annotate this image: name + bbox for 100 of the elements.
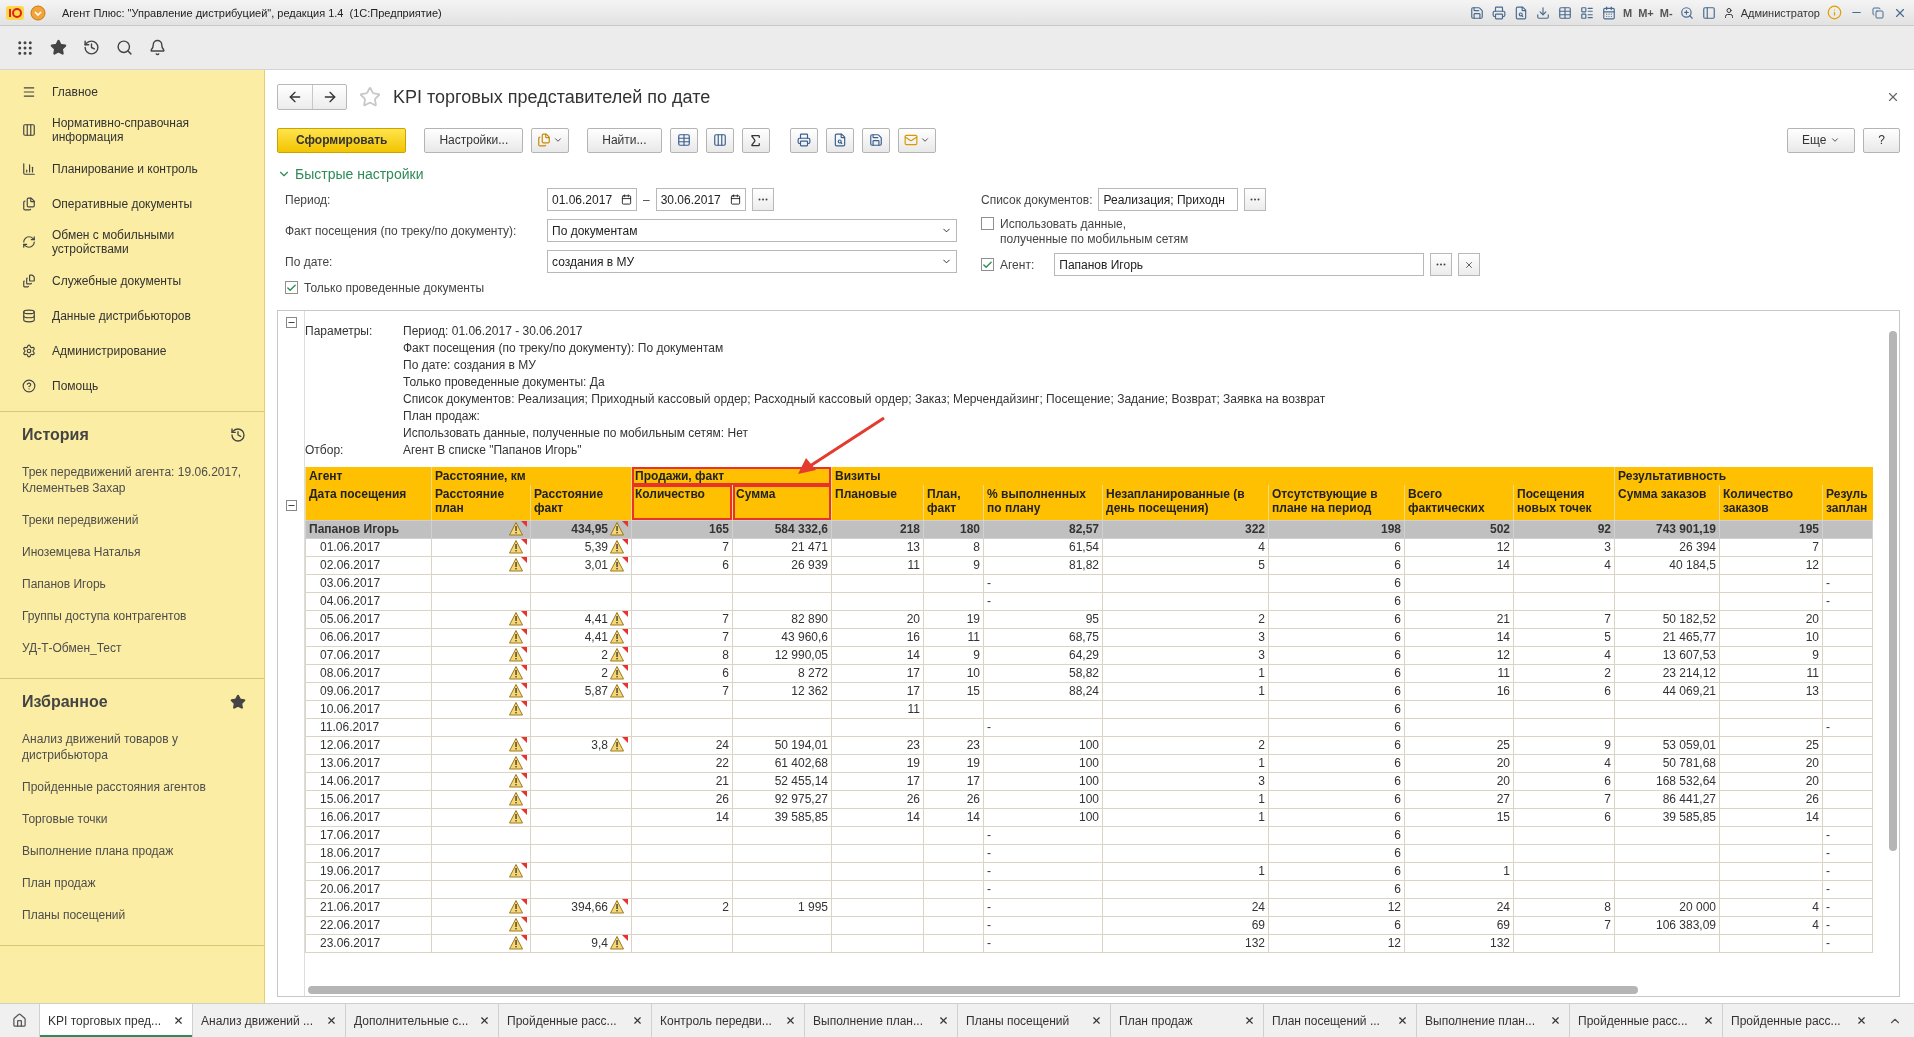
horizontal-scrollbar[interactable] (308, 986, 1638, 994)
sidebar-link[interactable]: Анализ движений товаров у дистрибьютора (22, 723, 246, 771)
close-icon[interactable] (785, 1015, 796, 1026)
close-icon[interactable] (1091, 1015, 1102, 1026)
save-button[interactable] (861, 127, 890, 153)
section-link[interactable]: Главное (52, 84, 98, 99)
section-link[interactable]: Нормативно-справочная информация (52, 116, 248, 144)
select-field[interactable]: создания в МУ (547, 250, 957, 273)
section-link[interactable]: Планирование и контроль (52, 161, 198, 176)
close-icon[interactable] (1703, 1015, 1714, 1026)
close-icon[interactable] (326, 1015, 337, 1026)
window-tab[interactable]: Пройденные расс... (1569, 1004, 1722, 1037)
window-tab[interactable]: Выполнение план... (1416, 1004, 1569, 1037)
window-tab[interactable]: План продаж (1110, 1004, 1263, 1037)
window-tab[interactable]: Пройденные расс... (1722, 1004, 1875, 1037)
close-icon[interactable] (1397, 1015, 1408, 1026)
sidebar-link[interactable]: Выполнение плана продаж (22, 835, 246, 867)
section-link[interactable]: Оперативные документы (52, 196, 193, 211)
star-icon[interactable] (50, 39, 67, 56)
checkbox[interactable] (285, 281, 298, 294)
layout-button[interactable] (669, 127, 698, 153)
memory-button[interactable]: M (1623, 6, 1633, 19)
sidebar-link[interactable]: Папанов Игорь (22, 568, 246, 600)
apps-icon[interactable] (16, 38, 34, 57)
section-link[interactable]: Обмен с мобильными устройствами (52, 228, 248, 256)
download-icon[interactable] (1535, 4, 1552, 21)
section-link[interactable]: Помощь (52, 378, 99, 393)
help-button[interactable]: ? (1863, 127, 1900, 153)
settings-button[interactable]: Настройки... (424, 127, 524, 153)
sidebar-link[interactable]: Иноземцева Наталья (22, 536, 246, 568)
collapse-icon[interactable] (285, 317, 297, 328)
window-tab[interactable]: KPI торговых пред... (39, 1004, 192, 1037)
quick-settings-toggle[interactable]: Быстрые настройки (277, 166, 424, 182)
close-icon[interactable] (1550, 1015, 1561, 1026)
window-tab[interactable]: Контроль передви... (651, 1004, 804, 1037)
table-cell: 9 (1513, 736, 1615, 754)
generate-button[interactable]: Сформировать (277, 127, 407, 153)
date-field[interactable]: 30.06.2017 (655, 188, 746, 211)
vertical-scrollbar[interactable] (1889, 331, 1897, 851)
sidebar-link[interactable]: Трек передвижений агента: 19.06.2017, Клементьев Захар (22, 456, 246, 504)
text-field[interactable]: Папанов Игорь (1054, 253, 1425, 276)
clear-button[interactable] (1458, 253, 1481, 276)
sidebar-link[interactable]: Торговые точки (22, 803, 246, 835)
preview-button[interactable] (825, 127, 854, 153)
more-button[interactable]: Еще (1786, 127, 1856, 153)
collapse-icon[interactable] (285, 500, 297, 511)
checkbox[interactable] (981, 258, 994, 271)
table-cell: 198 (1268, 520, 1405, 538)
close-icon[interactable] (1244, 1015, 1255, 1026)
window-tab[interactable]: Выполнение план... (804, 1004, 957, 1037)
sidebar-link[interactable]: УД-Т-Обмен_Тест (22, 632, 246, 664)
history-icon[interactable] (83, 39, 100, 56)
close-icon[interactable] (938, 1015, 949, 1026)
date-field[interactable]: 01.06.2017 (547, 188, 637, 211)
close-icon[interactable] (173, 1015, 184, 1026)
window-tab[interactable]: Дополнительные с... (345, 1004, 498, 1037)
window-tab[interactable]: Пройденные расс... (498, 1004, 651, 1037)
star-icon[interactable] (230, 694, 246, 710)
save-icon[interactable] (1469, 4, 1486, 21)
close-button[interactable] (1886, 90, 1900, 104)
table-cell: 7 (631, 628, 733, 646)
section-link[interactable]: Администрирование (52, 343, 167, 358)
print-button[interactable] (789, 127, 818, 153)
close-icon[interactable] (479, 1015, 490, 1026)
zoom-icon[interactable] (1678, 4, 1695, 21)
text-field[interactable]: Реализация; Приходн (1098, 188, 1239, 211)
section-link[interactable]: Данные дистрибьюторов (52, 308, 191, 323)
sidebar-link[interactable]: План продаж (22, 867, 246, 899)
history-icon[interactable] (230, 427, 246, 443)
variant-button[interactable] (531, 127, 570, 153)
bell-icon[interactable] (149, 39, 166, 56)
memory-button[interactable]: M+ (1638, 6, 1654, 19)
date-cell: 02.06.2017 (305, 556, 432, 574)
panel-icon[interactable] (1700, 4, 1717, 21)
print-icon[interactable] (1491, 4, 1508, 21)
memory-button[interactable]: M- (1659, 6, 1673, 19)
section-link[interactable]: Служебные документы (52, 273, 182, 288)
dropdown-icon[interactable] (30, 4, 46, 21)
caret-icon (553, 135, 564, 145)
layout-button[interactable] (705, 127, 734, 153)
table-icon[interactable] (1557, 4, 1574, 21)
user-name[interactable]: Администратор (1740, 6, 1820, 19)
sum-button[interactable] (741, 127, 770, 153)
checkbox[interactable] (981, 217, 994, 230)
list-icon[interactable] (1579, 4, 1596, 21)
close-icon[interactable] (632, 1015, 643, 1026)
search-icon[interactable] (116, 39, 133, 56)
select-field[interactable]: По документам (547, 219, 957, 242)
sidebar-link[interactable]: Пройденные расстояния агентов (22, 771, 246, 803)
window-tab[interactable]: Анализ движений ... (192, 1004, 345, 1037)
sidebar-link[interactable]: Группы доступа контрагентов (22, 600, 246, 632)
sidebar-link[interactable]: Планы посещений (22, 899, 246, 931)
sidebar-link[interactable]: Треки передвижений (22, 504, 246, 536)
find-button[interactable]: Найти... (587, 127, 662, 153)
window-tab[interactable]: Планы посещений (957, 1004, 1110, 1037)
calendar-icon[interactable] (1601, 4, 1618, 21)
close-icon[interactable] (1856, 1015, 1867, 1026)
table-cell: 69 (1102, 916, 1269, 934)
restore-icon[interactable] (1870, 4, 1886, 21)
window-tab[interactable]: План посещений ... (1263, 1004, 1416, 1037)
